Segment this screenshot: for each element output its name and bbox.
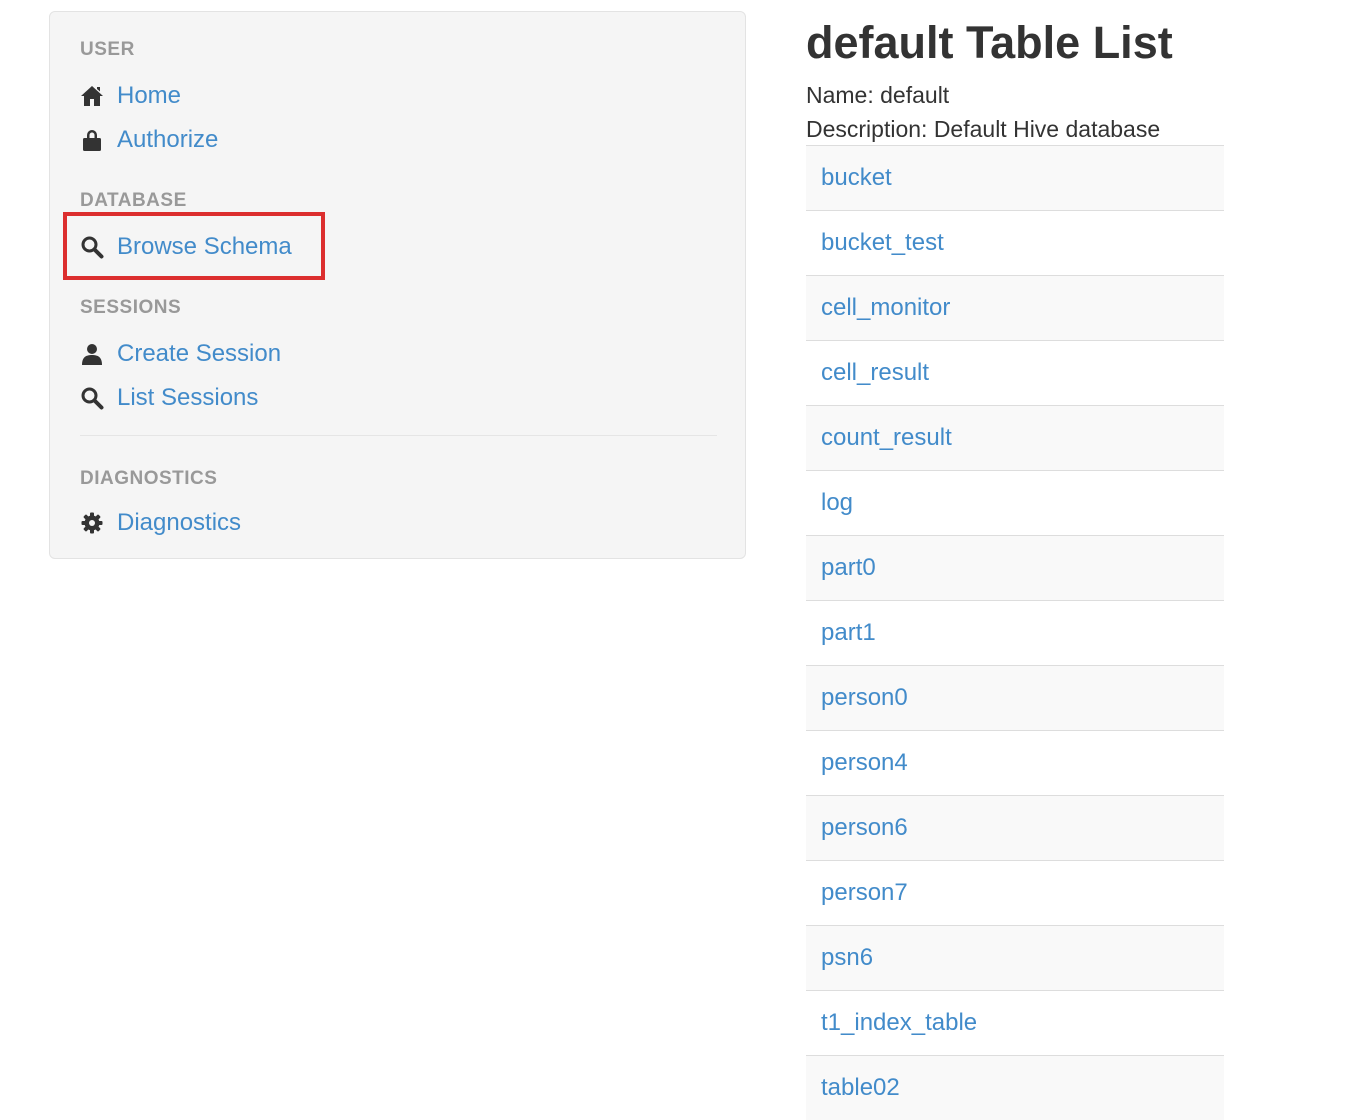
table-row: cell_monitor — [806, 275, 1224, 340]
table-link[interactable]: table02 — [821, 1074, 900, 1102]
table-row: person6 — [806, 795, 1224, 860]
table-row: count_result — [806, 405, 1224, 470]
table-link[interactable]: person6 — [821, 814, 908, 842]
table-link[interactable]: count_result — [821, 424, 952, 452]
nav-item-home[interactable]: Home — [80, 79, 181, 113]
table-row: bucket — [806, 145, 1224, 210]
nav-item-diagnostics[interactable]: Diagnostics — [80, 506, 241, 540]
table-link[interactable]: part0 — [821, 554, 876, 582]
nav-item-create-session-label: Create Session — [117, 340, 282, 367]
table-link[interactable]: cell_monitor — [821, 294, 950, 322]
table-row: person7 — [806, 860, 1224, 925]
nav-item-list-sessions-label: List Sessions — [117, 384, 259, 411]
user-icon — [82, 344, 102, 365]
database-name: Name: default — [806, 82, 950, 108]
nav-item-authorize-label: Authorize — [117, 126, 219, 153]
table-row: person0 — [806, 665, 1224, 730]
nav-divider — [80, 435, 717, 436]
nav-item-authorize[interactable]: Authorize — [80, 123, 218, 157]
nav-item-diagnostics-label: Diagnostics — [117, 509, 242, 536]
database-description: Description: Default Hive database — [806, 116, 1161, 142]
nav-header-diagnostics: DIAGNOSTICS — [80, 468, 218, 489]
sidebar-nav: USER Home Authorize DATABASE Browse Sche… — [49, 11, 746, 559]
home-icon — [81, 86, 103, 106]
table-row: bucket_test — [806, 210, 1224, 275]
table-list: bucket bucket_test cell_monitor cell_result… — [806, 145, 1224, 1120]
lock-icon — [83, 130, 101, 151]
table-link[interactable]: bucket_test — [821, 229, 944, 257]
table-row: person4 — [806, 730, 1224, 795]
table-row: part1 — [806, 600, 1224, 665]
table-row: cell_result — [806, 340, 1224, 405]
nav-header-database: DATABASE — [80, 190, 187, 211]
page-title: default Table List — [806, 17, 1173, 68]
table-link[interactable]: psn6 — [821, 944, 873, 972]
table-link[interactable]: log — [821, 489, 853, 517]
nav-header-user: USER — [80, 39, 135, 60]
table-row: psn6 — [806, 925, 1224, 990]
table-link[interactable]: person7 — [821, 879, 908, 907]
gear-icon — [81, 512, 103, 534]
nav-item-list-sessions[interactable]: List Sessions — [80, 381, 258, 415]
search-icon — [81, 387, 104, 410]
table-row: t1_index_table — [806, 990, 1224, 1055]
table-link[interactable]: part1 — [821, 619, 876, 647]
nav-item-home-label: Home — [117, 82, 182, 109]
table-row: part0 — [806, 535, 1224, 600]
table-link[interactable]: person0 — [821, 684, 908, 712]
table-link[interactable]: person4 — [821, 749, 908, 777]
table-link[interactable]: cell_result — [821, 359, 929, 387]
table-row: table02 — [806, 1055, 1224, 1120]
nav-item-create-session[interactable]: Create Session — [80, 337, 281, 371]
highlight-box — [63, 212, 325, 280]
table-link[interactable]: bucket — [821, 164, 892, 192]
table-link[interactable]: t1_index_table — [821, 1009, 977, 1037]
nav-header-sessions: SESSIONS — [80, 297, 182, 318]
table-row: log — [806, 470, 1224, 535]
